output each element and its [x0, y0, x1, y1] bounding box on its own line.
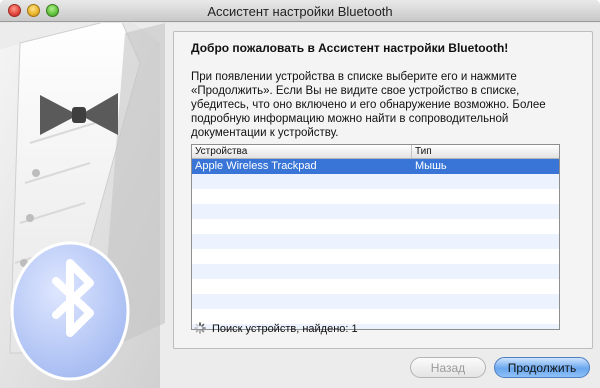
table-row[interactable]: Apple Wireless Trackpad Мышь [192, 159, 559, 174]
table-row[interactable] [192, 219, 559, 234]
continue-button[interactable]: Продолжить [494, 357, 590, 378]
table-row[interactable] [192, 279, 559, 294]
window-title: Ассистент настройки Bluetooth [207, 4, 393, 19]
table-row[interactable] [192, 204, 559, 219]
tuxedo-illustration [0, 23, 165, 388]
welcome-panel: Добро пожаловать в Ассистент настройки B… [173, 31, 593, 349]
instructions-text: При появлении устройства в списке выбери… [191, 71, 546, 139]
spinner-icon [194, 322, 206, 334]
devices-table-body: Apple Wireless Trackpad Мышь [192, 159, 559, 329]
bluetooth-assistant-illustration [0, 23, 165, 388]
table-row[interactable] [192, 294, 559, 309]
column-divider [411, 145, 412, 158]
table-row[interactable] [192, 234, 559, 249]
table-row[interactable] [192, 189, 559, 204]
table-row[interactable] [192, 249, 559, 264]
search-status-text: Поиск устройств, найдено: 1 [212, 323, 358, 335]
search-status: Поиск устройств, найдено: 1 [194, 322, 358, 335]
column-header-devices[interactable]: Устройства [195, 146, 247, 157]
bluetooth-icon [10, 241, 130, 381]
device-name: Apple Wireless Trackpad [195, 160, 317, 172]
title-bar[interactable]: Ассистент настройки Bluetooth [0, 0, 600, 22]
bluetooth-assistant-window: Ассистент настройки Bluetooth Добро пожа… [0, 0, 600, 388]
device-type: Мышь [415, 160, 447, 172]
devices-table-header: Устройства Тип [192, 145, 559, 159]
back-button[interactable]: Назад [410, 357, 486, 378]
table-row[interactable] [192, 264, 559, 279]
devices-table[interactable]: Устройства Тип Apple Wireless Trackpad М… [191, 144, 560, 330]
welcome-heading: Добро пожаловать в Ассистент настройки B… [191, 41, 509, 55]
column-header-type[interactable]: Тип [415, 146, 432, 157]
table-row[interactable] [192, 174, 559, 189]
